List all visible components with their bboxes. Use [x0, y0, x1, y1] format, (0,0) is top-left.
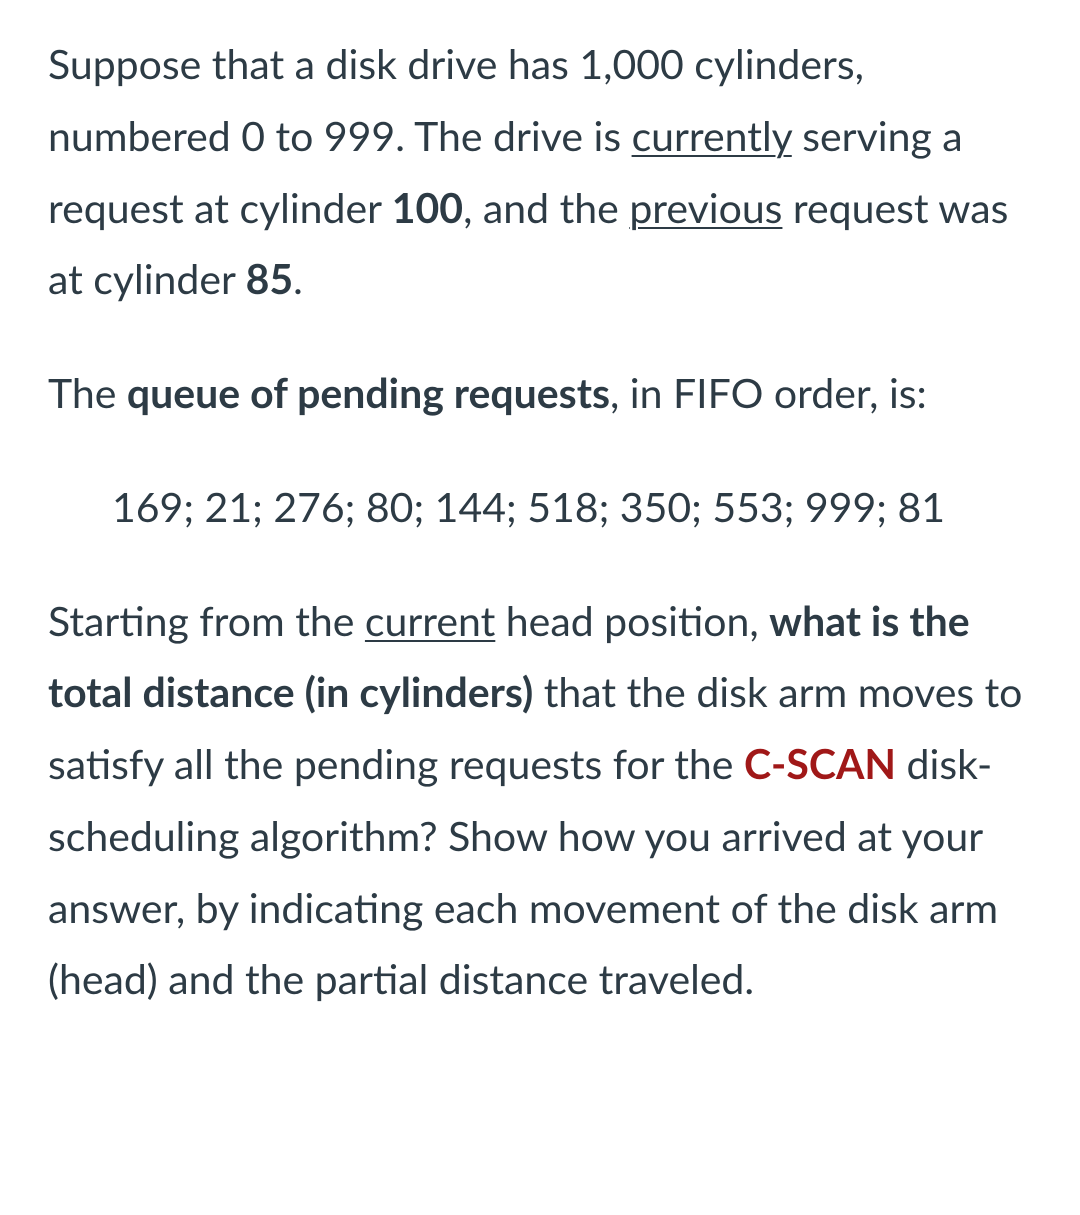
problem-setup-paragraph: Suppose that a disk drive has 1,000 cyli…: [48, 28, 1044, 315]
underline-previous: previous: [629, 183, 782, 232]
question-paragraph: Starting from the current head position,…: [48, 585, 1044, 1016]
queue-intro-paragraph: The queue of pending requests, in FIFO o…: [48, 357, 1044, 429]
queue-values: 169; 21; 276; 80; 144; 518; 350; 553; 99…: [112, 482, 945, 531]
text-segment: , and the: [463, 183, 629, 232]
text-segment: Starting from the: [48, 596, 365, 645]
text-segment: head position,: [495, 596, 769, 645]
queue-pending-requests: queue of pending requests: [127, 368, 610, 417]
queue-values-paragraph: 169; 21; 276; 80; 144; 518; 350; 553; 99…: [48, 471, 1044, 543]
underline-currently: currently: [632, 111, 792, 160]
cscan-label: C-SCAN: [744, 739, 896, 788]
cylinder-85: 85: [246, 254, 294, 303]
cylinder-100: 100: [392, 183, 463, 232]
underline-current: current: [365, 596, 495, 645]
text-segment: , in FIFO order, is:: [610, 368, 927, 417]
text-segment: .: [293, 254, 303, 303]
text-segment: The: [48, 368, 127, 417]
